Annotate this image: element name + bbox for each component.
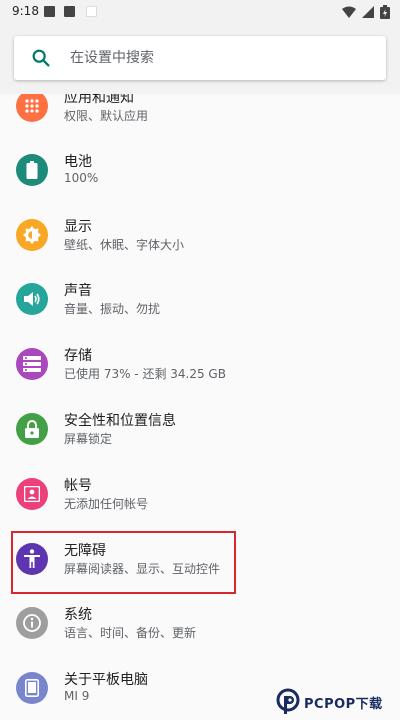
item-title: 关于平板电脑 — [64, 672, 148, 688]
notification-image-icon — [64, 6, 75, 17]
storage-icon — [16, 348, 48, 380]
signal-icon — [362, 6, 374, 18]
accessibility-icon — [16, 543, 48, 575]
item-subtitle: 无添加任何帐号 — [64, 497, 149, 511]
search-box[interactable] — [14, 36, 386, 80]
search-input[interactable] — [70, 36, 370, 80]
settings-item-storage[interactable]: 存储 已使用 73% - 还剩 34.25 GB — [0, 332, 400, 396]
settings-item-battery[interactable]: 电池 100% — [0, 138, 400, 202]
search-icon[interactable] — [30, 47, 52, 69]
item-title: 应用和通知 — [64, 94, 134, 106]
battery-icon — [16, 154, 48, 186]
item-title: 显示 — [64, 219, 92, 235]
item-subtitle: 语言、时间、备份、更新 — [64, 626, 197, 640]
settings-item-accessibility[interactable]: 无障碍 屏幕阅读器、显示、互动控件 — [0, 527, 400, 591]
volume-icon — [16, 283, 48, 315]
settings-item-accounts[interactable]: 帐号 无添加任何帐号 — [0, 462, 400, 526]
info-icon — [16, 607, 48, 639]
settings-item-security[interactable]: 安全性和位置信息 屏幕锁定 — [0, 397, 400, 461]
item-subtitle: 已使用 73% - 还剩 34.25 GB — [64, 367, 226, 381]
lock-icon — [16, 413, 48, 445]
item-title: 系统 — [64, 607, 92, 623]
account-icon — [16, 478, 48, 510]
item-subtitle: 音量、振动、勿扰 — [64, 302, 161, 316]
settings-list: 应用和通知 权限、默认应用 电池 100% 显示 壁纸、休眠、字体大小 声音 音… — [0, 94, 400, 720]
search-bar-container — [0, 24, 400, 94]
watermark: PCPOP下载 — [276, 684, 400, 720]
item-subtitle: 屏幕锁定 — [64, 432, 113, 446]
settings-item-display[interactable]: 显示 壁纸、休眠、字体大小 — [0, 203, 400, 267]
notification-blank-icon — [86, 6, 97, 17]
settings-item-sound[interactable]: 声音 音量、振动、勿扰 — [0, 267, 400, 331]
item-title: 电池 — [64, 154, 92, 170]
wifi-icon — [342, 6, 356, 18]
item-title: 安全性和位置信息 — [64, 413, 176, 429]
tablet-icon — [16, 672, 48, 704]
watermark-text: PCPOP下载 — [304, 696, 383, 712]
status-icons — [342, 5, 390, 19]
settings-item-apps[interactable]: 应用和通知 权限、默认应用 — [0, 94, 400, 138]
item-subtitle: 壁纸、休眠、字体大小 — [64, 238, 185, 252]
pcpop-logo-icon — [276, 688, 300, 714]
settings-item-system[interactable]: 系统 语言、时间、备份、更新 — [0, 591, 400, 655]
brightness-icon — [16, 219, 48, 251]
item-title: 存储 — [64, 348, 92, 364]
battery-status-icon — [380, 5, 390, 19]
item-subtitle: 100% — [64, 171, 99, 185]
item-title: 无障碍 — [64, 543, 106, 559]
item-subtitle: MI 9 — [64, 689, 90, 703]
status-time: 9:18 — [12, 4, 39, 18]
item-subtitle: 权限、默认应用 — [64, 109, 149, 123]
notification-a-icon — [44, 6, 55, 17]
item-title: 帐号 — [64, 478, 92, 494]
status-bar: 9:18 — [0, 0, 400, 24]
item-subtitle: 屏幕阅读器、显示、互动控件 — [64, 562, 221, 576]
item-title: 声音 — [64, 283, 92, 299]
apps-grid-icon — [16, 94, 48, 122]
